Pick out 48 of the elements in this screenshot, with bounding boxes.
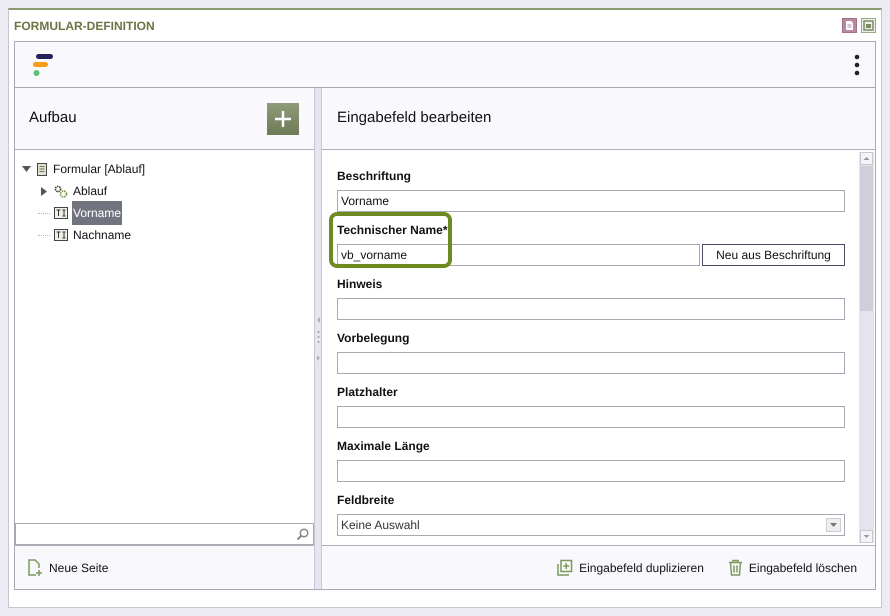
document-icon[interactable]	[842, 18, 857, 33]
duplicate-icon	[555, 558, 574, 576]
tree-item[interactable]: Vorname	[72, 201, 122, 225]
add-button[interactable]	[267, 102, 299, 134]
scroll-down-icon[interactable]	[860, 530, 873, 543]
field-label: Platzhalter	[337, 384, 398, 401]
tree-item[interactable]: Ablauf	[72, 179, 108, 203]
generate-name-button[interactable]: Neu aus Beschriftung	[702, 244, 845, 266]
text-field-icon	[54, 229, 68, 241]
panel-title: Eingabefeld bearbeiten	[337, 108, 492, 128]
input-field[interactable]: Vorname	[337, 190, 845, 212]
new-page-button[interactable]: Neue Seite	[27, 558, 108, 576]
expanded-arrow-icon[interactable]	[22, 166, 30, 172]
form-document-icon	[36, 162, 48, 176]
trash-icon	[728, 559, 743, 576]
logo-icon	[30, 52, 56, 78]
search-field[interactable]	[15, 523, 314, 545]
field-label: Feldbreite	[337, 492, 394, 509]
field-label: Vorbelegung	[337, 330, 410, 347]
gears-icon	[54, 184, 68, 198]
scrollbar[interactable]	[859, 152, 874, 543]
maximize-icon[interactable]	[861, 18, 876, 33]
text-field-icon	[54, 207, 68, 219]
field-label: Hinweis	[337, 276, 382, 293]
scroll-thumb[interactable]	[860, 166, 873, 311]
collapsed-arrow-icon[interactable]	[41, 186, 47, 196]
field-label: Beschriftung	[337, 168, 412, 185]
plus-icon	[274, 110, 292, 128]
scroll-up-icon[interactable]	[860, 152, 873, 165]
field-label: Technischer Name*	[337, 222, 448, 239]
dropdown-caret-icon	[826, 518, 841, 532]
splitter-handle-icon[interactable]	[316, 316, 320, 360]
duplicate-field-button[interactable]: Eingabefeld duplizieren	[555, 558, 704, 576]
input-field[interactable]	[337, 352, 845, 374]
panel-title: Aufbau	[29, 108, 77, 128]
tree-item[interactable]: Nachname	[72, 223, 132, 247]
search-icon	[296, 528, 309, 540]
input-field[interactable]	[337, 406, 845, 428]
tree-item[interactable]: Formular [Ablauf]	[52, 157, 146, 181]
dropdown-field[interactable]: Keine Auswahl	[337, 514, 845, 536]
input-field[interactable]	[337, 298, 845, 320]
new-page-icon	[27, 558, 43, 576]
more-menu-icon[interactable]	[854, 54, 860, 76]
input-field[interactable]: vb_vorname	[337, 244, 700, 266]
field-label: Maximale Länge	[337, 438, 430, 455]
input-field[interactable]	[337, 460, 845, 482]
window-title: FORMULAR-DEFINITION	[14, 18, 155, 34]
delete-field-button[interactable]: Eingabefeld löschen	[728, 558, 857, 576]
